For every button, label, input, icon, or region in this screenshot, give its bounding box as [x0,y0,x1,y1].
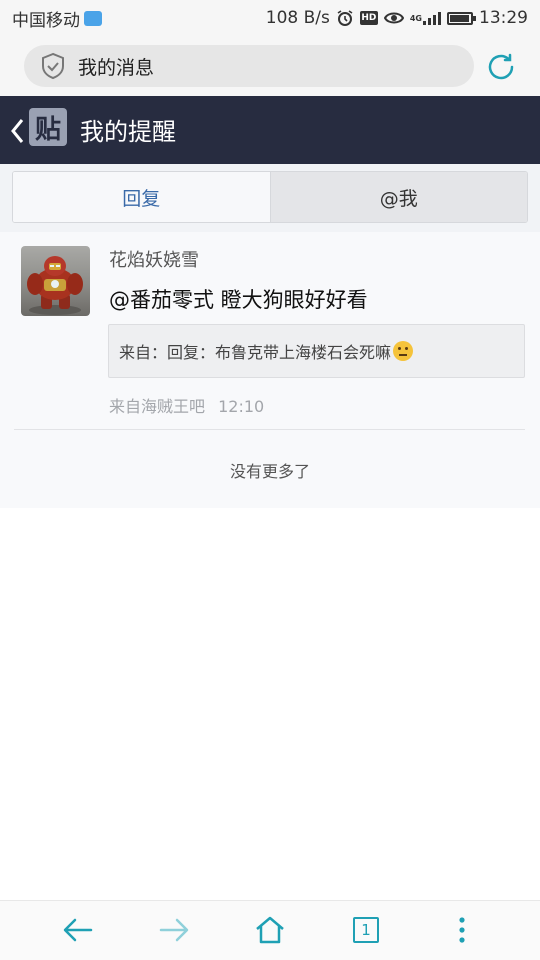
tab-count: 1 [353,917,379,943]
divider [14,429,525,430]
back-arrow-icon[interactable] [61,913,95,947]
alarm-icon [336,9,354,27]
status-bar: 中国移动 108 B/s HD 4G 13:29 [0,0,540,36]
page-header: 贴 我的提醒 [0,96,540,164]
status-left: 中国移动 [12,6,102,31]
status-right: 108 B/s HD 4G 13:29 [266,8,528,28]
eye-icon [383,11,404,25]
message-content[interactable]: @番茄零式 瞪大狗眼好好看 [109,284,368,314]
tab-count-icon[interactable]: 1 [349,913,383,947]
message-username[interactable]: 花焰妖娆雪 [109,246,199,272]
carrier-label: 中国移动 [12,10,80,31]
refresh-icon[interactable] [484,50,518,84]
message-list: 花焰妖娆雪 @番茄零式 瞪大狗眼好好看 来自：回复：布鲁克带上海楼石会死嘛 来自… [0,232,540,508]
browser-toolbar: 1 [0,900,540,960]
forward-arrow-icon[interactable] [157,913,191,947]
quoted-post-text: 来自：回复：布鲁克带上海楼石会死嘛 [119,343,392,362]
battery-icon [447,11,476,25]
network-type-label: 4G [409,13,422,23]
tab-at-me[interactable]: @我 [269,172,527,222]
hd-icon: HD [359,11,378,25]
app-notification-icon [84,10,102,26]
tab-reply[interactable]: 回复 [13,172,270,222]
message-source[interactable]: 来自海贼王吧 [109,397,205,416]
avatar[interactable] [21,246,90,316]
net-speed: 108 B/s [265,8,330,28]
thinking-face-emoji [393,341,414,361]
back-chevron-icon[interactable] [10,118,24,144]
url-text: 我的消息 [78,56,155,79]
tab-bar: 回复 @我 [0,164,540,232]
more-icon[interactable] [445,913,479,947]
shield-icon [40,52,66,80]
clock: 13:29 [479,8,528,28]
message-meta: 来自海贼王吧 12:10 [109,393,264,417]
tab-group: 回复 @我 [12,171,528,223]
address-bar: 我的消息 [0,36,540,96]
signal-icon: 4G [410,11,441,25]
tieba-logo[interactable]: 贴 [29,108,67,146]
quoted-post[interactable]: 来自：回复：布鲁克带上海楼石会死嘛 [108,324,525,378]
list-end-label: 没有更多了 [229,462,310,481]
message-time: 12:10 [218,397,265,416]
url-field[interactable]: 我的消息 [24,45,474,87]
page-title: 我的提醒 [80,118,176,146]
home-icon[interactable] [253,913,287,947]
